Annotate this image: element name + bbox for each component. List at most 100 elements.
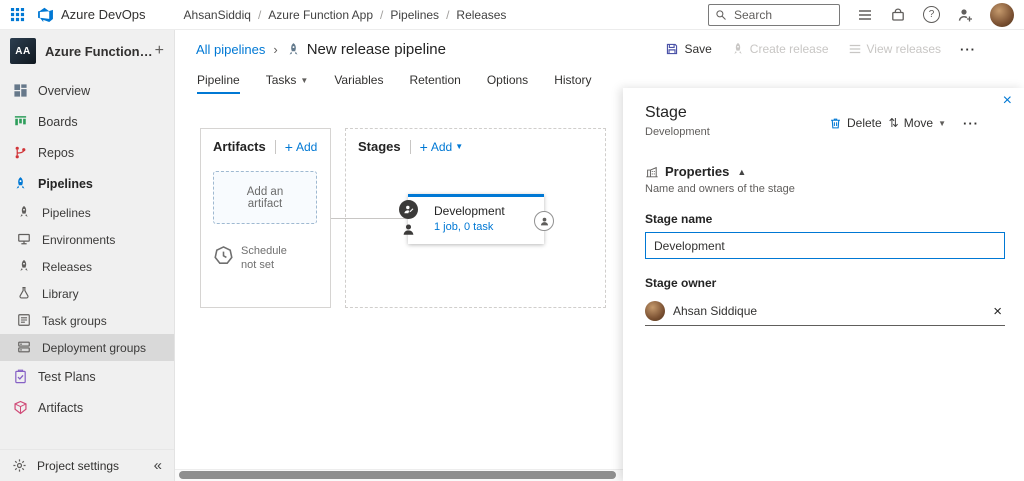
add-artifact-dropzone[interactable]: Add an artifact xyxy=(213,171,317,224)
gear-icon xyxy=(12,458,27,473)
panel-title: Stage xyxy=(645,104,687,121)
sidebar-item-releases[interactable]: Releases xyxy=(0,253,174,280)
marketplace-bag-icon[interactable] xyxy=(890,7,906,23)
collapse-sidebar-icon[interactable]: « xyxy=(154,457,162,474)
release-pipeline-icon xyxy=(286,42,301,57)
chevron-up-icon: ▲ xyxy=(737,166,747,177)
artifacts-panel: Artifacts + Add Add an artifact Schedule… xyxy=(200,128,331,308)
stage-owner-field[interactable]: Ahsan Siddique × xyxy=(645,297,1005,326)
schedule-label: Schedule not set xyxy=(241,245,287,272)
chevron-down-icon: ▼ xyxy=(455,142,464,151)
sidebar-item-pipelines-sub[interactable]: Pipelines xyxy=(0,199,174,226)
chevron-down-icon: ▼ xyxy=(938,118,946,128)
search-icon xyxy=(715,9,727,21)
page-title: New release pipeline xyxy=(306,40,446,58)
repos-icon xyxy=(13,145,28,160)
task-groups-icon xyxy=(17,313,32,328)
owner-name: Ahsan Siddique xyxy=(673,304,758,318)
add-artifact-button[interactable]: + Add xyxy=(285,140,318,154)
breadcrumb: AhsanSiddiq Azure Function App Pipelines… xyxy=(184,8,507,22)
sidebar-item-deployment-groups[interactable]: Deployment groups xyxy=(0,334,174,361)
project-settings[interactable]: Project settings « xyxy=(0,449,174,481)
save-button[interactable]: Save xyxy=(665,42,712,56)
trash-icon xyxy=(829,117,842,130)
properties-section-header[interactable]: Properties ▲ xyxy=(645,164,1005,179)
search-input[interactable] xyxy=(732,6,833,23)
schedule-clock-icon xyxy=(213,245,234,266)
stage-owner-label: Stage owner xyxy=(645,276,717,290)
stage-card-development[interactable]: Development 1 job, 0 task xyxy=(399,194,554,244)
sidebar-item-task-groups[interactable]: Task groups xyxy=(0,307,174,334)
sidebar-item-environments[interactable]: Environments xyxy=(0,226,174,253)
create-release-button[interactable]: Create release xyxy=(731,42,829,56)
pre-deployment-conditions-icon[interactable] xyxy=(399,200,418,219)
stage-card-name: Development xyxy=(434,204,505,218)
remove-owner-icon[interactable]: × xyxy=(993,303,1005,320)
avatar[interactable] xyxy=(990,2,1014,27)
search-box[interactable] xyxy=(708,3,840,26)
divider xyxy=(409,139,411,154)
stages-title: Stages xyxy=(358,139,401,154)
page-header: All pipelines › New release pipeline Sav… xyxy=(175,30,1024,68)
close-icon[interactable]: × xyxy=(1003,93,1012,109)
tab-history[interactable]: History xyxy=(554,73,591,94)
approvals-person-icon[interactable] xyxy=(401,222,416,237)
sidebar-item-pipelines[interactable]: Pipelines xyxy=(0,168,174,199)
brand-title[interactable]: Azure DevOps xyxy=(61,7,146,22)
plus-icon: + xyxy=(419,138,428,155)
stage-name-label: Stage name xyxy=(645,212,713,226)
delete-stage-button[interactable]: Delete xyxy=(829,116,882,130)
sidebar-item-artifacts[interactable]: Artifacts xyxy=(0,392,174,423)
breadcrumb-org[interactable]: AhsanSiddiq xyxy=(184,8,269,22)
azure-devops-logo-icon xyxy=(37,6,54,23)
panel-more-icon[interactable]: ··· xyxy=(963,116,979,131)
tab-tasks[interactable]: Tasks ▼ xyxy=(266,73,309,94)
plus-icon: + xyxy=(284,138,293,155)
artifacts-title: Artifacts xyxy=(213,139,266,154)
library-icon xyxy=(17,286,32,301)
panel-subtitle: Development xyxy=(645,126,710,138)
artifacts-icon xyxy=(13,400,28,415)
list-icon[interactable] xyxy=(857,7,873,23)
breadcrumb-project[interactable]: Azure Function App xyxy=(268,8,390,22)
tab-options[interactable]: Options xyxy=(487,73,528,94)
tab-pipeline[interactable]: Pipeline xyxy=(197,73,240,94)
header-actions: Save Create release View releases ··· xyxy=(665,42,976,57)
tab-retention[interactable]: Retention xyxy=(409,73,460,94)
more-actions-icon[interactable]: ··· xyxy=(960,42,976,57)
stage-jobs-link[interactable]: 1 job, 0 task xyxy=(434,221,536,233)
user-settings-icon[interactable] xyxy=(957,7,973,23)
panel-actions: Delete ⇅ Move ▼ ··· xyxy=(829,108,979,138)
properties-description: Name and owners of the stage xyxy=(645,183,795,195)
sidebar-item-boards[interactable]: Boards xyxy=(0,106,174,137)
sidebar-item-overview[interactable]: Overview xyxy=(0,75,174,106)
tab-variables[interactable]: Variables xyxy=(334,73,383,94)
all-pipelines-link[interactable]: All pipelines xyxy=(196,42,265,57)
horizontal-scrollbar-thumb[interactable] xyxy=(179,471,616,479)
stage-properties-panel: × Stage Development Delete ⇅ Move ▼ ··· xyxy=(623,88,1024,481)
breadcrumb-pipelines[interactable]: Pipelines xyxy=(390,8,456,22)
building-icon xyxy=(645,165,659,179)
sidebar-item-repos[interactable]: Repos xyxy=(0,137,174,168)
move-stage-button[interactable]: ⇅ Move ▼ xyxy=(889,116,946,130)
add-stage-button[interactable]: + Add ▼ xyxy=(420,140,463,154)
divider xyxy=(274,139,276,154)
breadcrumb-releases[interactable]: Releases xyxy=(456,8,506,22)
schedule-trigger[interactable]: Schedule not set xyxy=(213,244,318,273)
post-deployment-conditions-icon[interactable] xyxy=(534,211,554,231)
add-project-icon[interactable]: + xyxy=(155,43,164,59)
top-bar: Azure DevOps AhsanSiddiq Azure Function … xyxy=(0,0,1024,30)
help-icon[interactable]: ? xyxy=(923,6,940,23)
sidebar-item-library[interactable]: Library xyxy=(0,280,174,307)
stage-name-input[interactable] xyxy=(645,232,1005,259)
test-plans-icon xyxy=(13,369,28,384)
pipelines-icon xyxy=(17,205,32,220)
sidebar-item-test-plans[interactable]: Test Plans xyxy=(0,361,174,392)
view-releases-button[interactable]: View releases xyxy=(848,42,941,56)
project-name[interactable]: Azure Function App xyxy=(45,44,155,59)
project-avatar[interactable]: AA xyxy=(10,38,36,64)
topbar-actions: ? xyxy=(708,2,1014,27)
waffle-menu-icon[interactable] xyxy=(10,7,25,22)
properties-title: Properties xyxy=(665,164,730,179)
list-icon xyxy=(848,42,862,56)
